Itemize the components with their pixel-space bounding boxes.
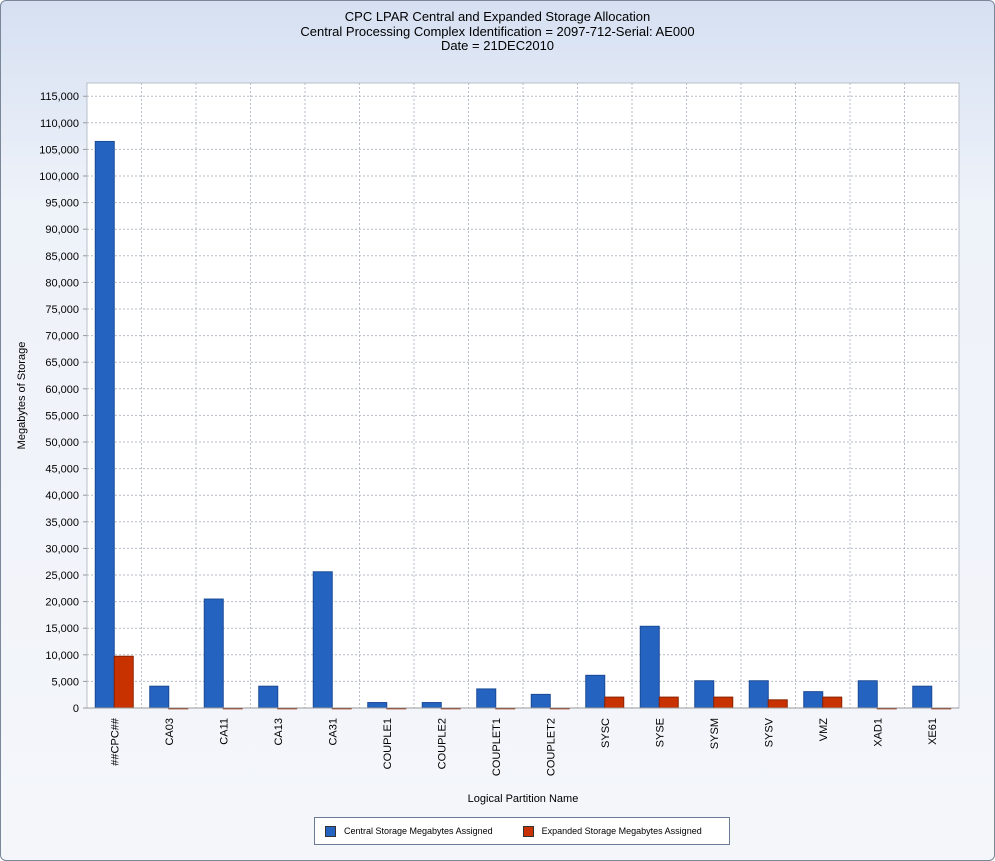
y-tick-label: 60,000 — [45, 384, 79, 396]
y-tick-label: 115,000 — [40, 91, 79, 103]
y-tick-label: 105,000 — [39, 144, 79, 156]
y-tick-label: 55,000 — [45, 410, 79, 422]
bar-central — [694, 680, 715, 709]
bar-expanded — [113, 655, 134, 709]
x-tick-label: SYSE — [654, 718, 666, 747]
bar-chart: 0 5,000 10,000 15,000 20,000 25,000 30,000 35,0… — [16, 82, 960, 805]
bar-central — [421, 702, 442, 709]
x-tick-label: XAD1 — [872, 718, 884, 747]
legend-item-central: Central Storage Megabytes Assigned — [325, 825, 493, 837]
x-tick-label: SYSV — [763, 717, 775, 747]
y-tick-label: 10,000 — [45, 650, 79, 662]
x-tick-label: SYSC — [600, 718, 612, 748]
y-tick-label: 15,000 — [45, 623, 79, 635]
bar-expanded — [713, 696, 734, 709]
y-tick-label: 45,000 — [45, 464, 79, 476]
y-tick-label: 70,000 — [45, 331, 79, 343]
x-tick-label: CA11 — [218, 718, 230, 745]
bar-central — [94, 140, 115, 709]
x-tick-label: ##CPC## — [109, 717, 121, 766]
x-axis-label: Logical Partition Name — [468, 793, 579, 805]
bar-central — [912, 685, 933, 709]
bar-central — [203, 598, 224, 709]
y-tick-label: 85,000 — [45, 251, 79, 263]
bar-central — [585, 674, 606, 709]
y-tick-label: 0 — [73, 703, 79, 715]
bar-central — [857, 680, 878, 709]
bar-expanded — [604, 696, 625, 709]
bar-central — [476, 688, 497, 709]
x-tick-label: CA13 — [273, 718, 285, 746]
legend-label-expanded: Expanded Storage Megabytes Assigned — [541, 826, 702, 836]
y-tick-label: 100,000 — [39, 171, 79, 183]
x-tick-label: COUPLE1 — [382, 718, 394, 769]
y-tick-label: 80,000 — [45, 277, 79, 289]
legend-item-expanded: Expanded Storage Megabytes Assigned — [522, 825, 702, 837]
bar-central — [803, 691, 824, 709]
y-tick-label: 90,000 — [45, 224, 79, 236]
bar-central — [367, 702, 388, 709]
y-tick-label: 65,000 — [45, 357, 79, 369]
bar-expanded — [822, 696, 843, 709]
x-tick-label: COUPLET1 — [491, 718, 503, 776]
x-tick-label: COUPLE2 — [436, 718, 448, 769]
y-tick-label: 95,000 — [45, 198, 79, 210]
legend: Central Storage Megabytes Assigned Expan… — [314, 817, 730, 845]
y-tick-label: 40,000 — [45, 490, 79, 502]
legend-swatch-central — [325, 825, 336, 837]
bar-expanded — [767, 699, 788, 709]
legend-swatch-expanded — [522, 825, 534, 837]
y-tick-label: 25,000 — [45, 570, 79, 582]
x-tick-label: VMZ — [818, 718, 830, 742]
bar-central — [149, 685, 170, 709]
y-tick-label: 110,000 — [40, 118, 79, 130]
x-tick-label: SYSM — [709, 718, 721, 749]
x-tick-label: CA31 — [327, 718, 339, 746]
chart-window: CPC LPAR Central and Expanded Storage Al… — [0, 0, 995, 861]
legend-label-central: Central Storage Megabytes Assigned — [344, 826, 493, 836]
y-tick-label: 20,000 — [45, 597, 79, 609]
y-tick-label: 5,000 — [51, 676, 79, 688]
x-tick-label: COUPLET2 — [545, 718, 557, 776]
y-tick-label: 50,000 — [45, 437, 79, 449]
bar-central — [312, 571, 333, 709]
bar-central — [748, 680, 769, 709]
y-tick-label: 75,000 — [45, 304, 79, 316]
y-tick-label: 30,000 — [45, 543, 79, 555]
y-axis-label: Megabytes of Storage — [16, 342, 28, 450]
bar-central — [639, 625, 660, 709]
bar-central — [258, 685, 279, 709]
bar-central — [530, 693, 551, 709]
x-tick-label: XE61 — [927, 718, 939, 745]
bar-expanded — [658, 696, 679, 709]
x-tick-label: CA03 — [164, 718, 176, 746]
y-tick-label: 35,000 — [45, 517, 79, 529]
